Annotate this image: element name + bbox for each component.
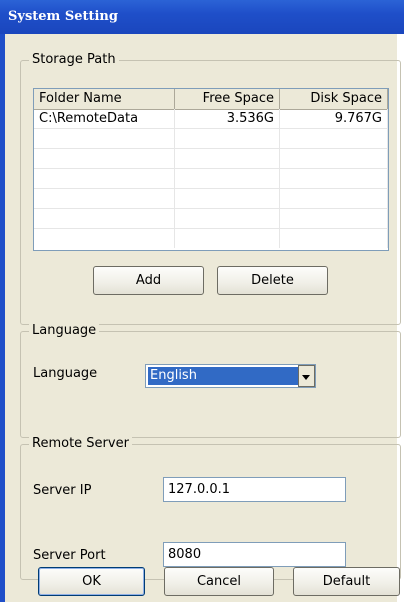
table-row[interactable]: C:\RemoteData 3.536G 9.767G: [34, 109, 388, 129]
remote-server-group-label: Remote Server: [29, 436, 132, 452]
dialog-client-area: Storage Path Folder Name Free Space Disk…: [5, 34, 401, 602]
title-bar[interactable]: System Setting: [0, 0, 404, 34]
server-ip-label: Server IP: [33, 483, 92, 498]
storage-folder-list[interactable]: Folder Name Free Space Disk Space C:\Rem…: [33, 88, 389, 251]
remote-server-group: Remote Server Server IP 127.0.0.1 Server…: [20, 436, 401, 580]
cell-free-space: [175, 129, 280, 148]
default-button[interactable]: Default: [293, 567, 400, 596]
cell-free-space: [175, 169, 280, 188]
cell-disk-space: [280, 209, 388, 228]
server-port-label: Server Port: [33, 548, 106, 563]
dropdown-arrow-button[interactable]: [298, 365, 315, 387]
cell-free-space: [175, 209, 280, 228]
cell-free-space: [175, 149, 280, 168]
column-header-free-space[interactable]: Free Space: [175, 89, 280, 109]
cell-free-space: 3.536G: [175, 109, 280, 128]
cell-disk-space: [280, 189, 388, 208]
cell-folder-name: [34, 229, 175, 248]
cell-folder-name: [34, 129, 175, 148]
list-header: Folder Name Free Space Disk Space: [34, 89, 388, 110]
server-port-input[interactable]: 8080: [163, 542, 346, 567]
chevron-down-icon: [302, 375, 310, 380]
delete-button[interactable]: Delete: [217, 266, 328, 295]
cell-folder-name: [34, 209, 175, 228]
cell-free-space: [175, 229, 280, 248]
window-title: System Setting: [8, 9, 118, 24]
cell-folder-name: [34, 149, 175, 168]
language-group-label: Language: [29, 323, 100, 339]
table-row[interactable]: [34, 189, 388, 209]
language-select[interactable]: English: [145, 364, 316, 388]
cell-free-space: [175, 189, 280, 208]
cell-disk-space: [280, 229, 388, 248]
table-row[interactable]: [34, 229, 388, 249]
cell-folder-name: C:\RemoteData: [34, 109, 175, 128]
cancel-button[interactable]: Cancel: [164, 567, 274, 596]
cell-folder-name: [34, 169, 175, 188]
cell-disk-space: [280, 169, 388, 188]
table-row[interactable]: [34, 209, 388, 229]
system-setting-dialog: System Setting Storage Path Folder Name …: [0, 0, 404, 602]
language-group: Language Language English: [20, 323, 401, 438]
server-ip-input[interactable]: 127.0.0.1: [163, 477, 346, 502]
cell-disk-space: 9.767G: [280, 109, 388, 128]
table-row[interactable]: [34, 129, 388, 149]
language-label: Language: [33, 366, 98, 381]
column-header-folder-name[interactable]: Folder Name: [34, 89, 175, 109]
cell-folder-name: [34, 189, 175, 208]
add-button[interactable]: Add: [93, 266, 204, 295]
cell-disk-space: [280, 149, 388, 168]
language-selected-value: English: [148, 367, 298, 385]
storage-path-group: Storage Path Folder Name Free Space Disk…: [20, 52, 401, 325]
table-row[interactable]: [34, 149, 388, 169]
column-header-disk-space[interactable]: Disk Space: [280, 89, 388, 109]
storage-path-group-label: Storage Path: [29, 52, 119, 68]
cell-disk-space: [280, 129, 388, 148]
ok-button[interactable]: OK: [38, 567, 145, 596]
table-row[interactable]: [34, 169, 388, 189]
